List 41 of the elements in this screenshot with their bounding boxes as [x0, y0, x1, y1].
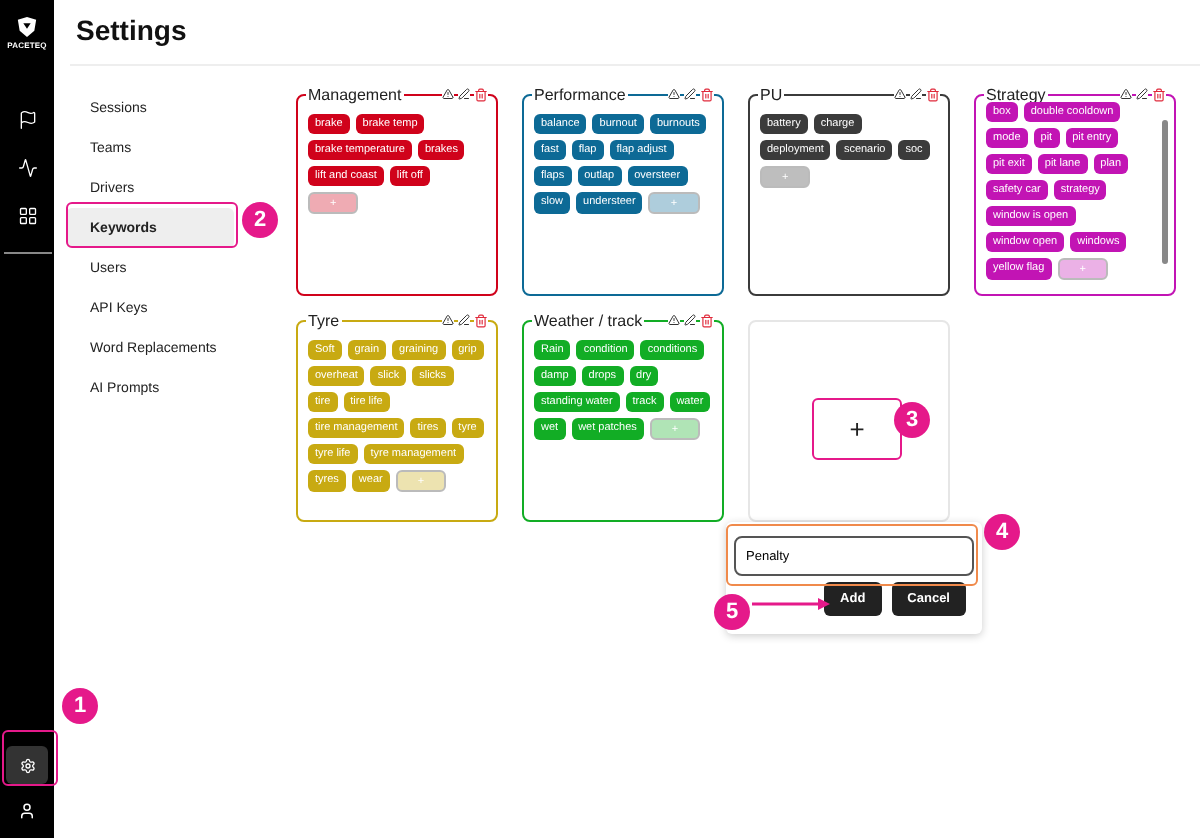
edit-icon[interactable]	[458, 88, 470, 100]
step-number-badge: 4	[984, 514, 1020, 550]
group-title: Performance	[532, 85, 628, 103]
edit-icon[interactable]	[1136, 88, 1148, 100]
warning-icon[interactable]	[668, 314, 680, 326]
edit-icon[interactable]	[684, 314, 696, 326]
group-title: Tyre	[306, 311, 342, 329]
warning-icon[interactable]	[668, 88, 680, 100]
user-icon[interactable]	[18, 802, 36, 820]
warning-icon[interactable]	[442, 314, 454, 326]
scrollbar[interactable]	[1162, 120, 1168, 264]
edit-icon[interactable]	[684, 88, 696, 100]
delete-icon[interactable]	[474, 313, 488, 327]
warning-icon[interactable]	[894, 88, 906, 100]
edit-icon[interactable]	[458, 314, 470, 326]
step-number-badge: 1	[62, 688, 98, 724]
new-group-button[interactable]: +	[812, 398, 902, 460]
grid-icon[interactable]	[17, 206, 37, 226]
activity-icon[interactable]	[17, 158, 37, 178]
flag-icon[interactable]	[17, 110, 37, 130]
step-number-badge: 5	[714, 594, 750, 630]
page-title: Settings	[76, 13, 187, 45]
highlight-frame	[2, 730, 58, 786]
arrow	[752, 596, 832, 612]
warning-icon[interactable]	[1120, 88, 1132, 100]
group-title: Management	[306, 85, 404, 103]
settings-button[interactable]	[6, 746, 48, 784]
logo-icon	[16, 16, 38, 38]
group-title: PU	[758, 85, 785, 103]
group-title: Weather / track	[532, 311, 645, 329]
edit-icon[interactable]	[910, 88, 922, 100]
warning-icon[interactable]	[442, 88, 454, 100]
delete-icon[interactable]	[700, 87, 714, 101]
group-title: Strategy	[984, 85, 1048, 103]
settings-icon[interactable]	[19, 757, 35, 773]
delete-icon[interactable]	[474, 87, 488, 101]
delete-icon[interactable]	[926, 87, 940, 101]
delete-icon[interactable]	[1152, 87, 1166, 101]
step-number-badge: 2	[242, 202, 278, 238]
step-number-badge: 3	[894, 402, 930, 438]
delete-icon[interactable]	[700, 313, 714, 327]
